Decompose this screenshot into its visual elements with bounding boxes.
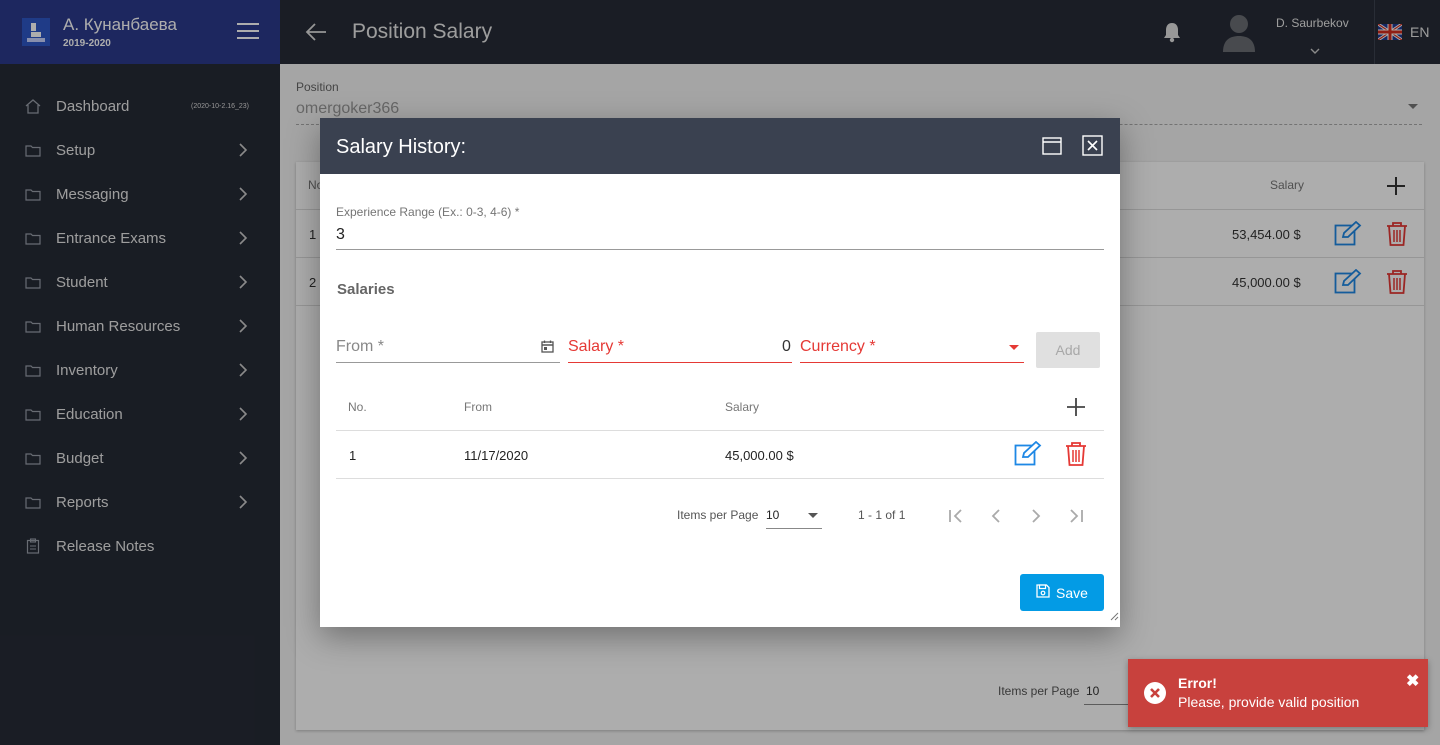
experience-range-label: Experience Range (Ex.: 0-3, 4-6) * [336,205,520,219]
resize-handle-icon[interactable] [1109,608,1119,626]
trash-icon[interactable] [1065,441,1087,470]
experience-range-underline [336,249,1104,250]
dialog-title: Salary History: [336,136,467,158]
items-per-page-select[interactable]: 10 [766,508,779,522]
dialog-header: Salary History: [320,118,1120,174]
caret-down-icon[interactable] [1009,345,1019,350]
maximize-icon[interactable] [1042,137,1062,160]
currency-select[interactable]: Currency * [800,338,876,356]
experience-range-input[interactable]: 3 [336,226,345,244]
items-per-page-label: Items per Page [677,508,759,522]
column-header-salary: Salary [725,400,760,414]
salary-table-header: No. From Salary [336,382,1104,431]
column-header-no: No. [348,400,367,414]
toast-message: Please, provide valid position [1178,694,1360,710]
currency-underline [800,362,1024,363]
edit-icon[interactable] [1014,440,1042,470]
save-label: Save [1056,584,1088,601]
salaries-heading: Salaries [337,281,395,298]
table-row: 1 11/17/2020 45,000.00 $ [336,431,1104,479]
row-salary: 45,000.00 $ [725,448,794,463]
row-from: 11/17/2020 [464,448,529,463]
first-page-icon[interactable] [946,506,966,531]
error-icon [1144,682,1166,709]
row-no: 1 [349,448,357,463]
close-icon[interactable]: ✖ [1406,671,1419,691]
salary-history-dialog: Salary History: Experience Range (Ex.: 0… [320,118,1120,627]
page-range-label: 1 - 1 of 1 [858,508,906,522]
calendar-icon[interactable] [541,340,554,358]
error-toast: Error! Please, provide valid position ✖ [1128,659,1428,727]
plus-icon[interactable] [1066,397,1086,422]
salary-input-label: Salary * [568,338,625,355]
salary-input[interactable]: 0 [782,338,791,356]
caret-down-icon[interactable] [808,513,818,518]
column-header-from: From [464,400,492,414]
close-icon[interactable] [1082,135,1103,161]
save-icon [1036,584,1050,601]
add-button[interactable]: Add [1036,332,1100,368]
items-per-page-underline [766,528,822,529]
save-button[interactable]: Save [1020,574,1104,611]
next-page-icon[interactable] [1026,506,1046,531]
toast-title: Error! [1178,675,1217,691]
salary-underline [568,362,792,363]
last-page-icon[interactable] [1066,506,1086,531]
from-date-input[interactable]: From * [336,338,384,356]
previous-page-icon[interactable] [986,506,1006,531]
from-underline [336,362,560,363]
